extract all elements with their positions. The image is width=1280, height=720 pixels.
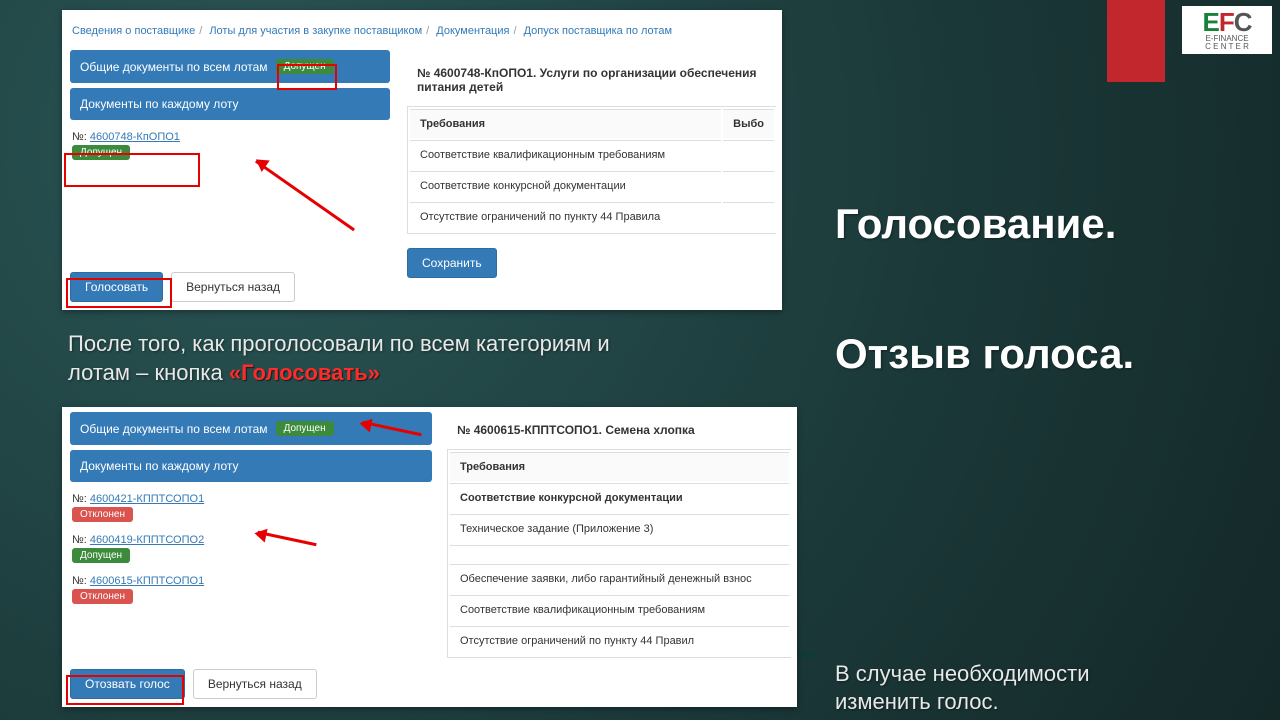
breadcrumb: Сведения о поставщике/ Лоты для участия … bbox=[62, 10, 782, 45]
crumb-3[interactable]: Документация bbox=[436, 25, 509, 37]
lot-link[interactable]: 4600748-КпОПО1 bbox=[90, 131, 180, 143]
lot-link[interactable]: 4600419-КППТСОПО2 bbox=[90, 534, 204, 546]
col-choice: Выбо bbox=[723, 109, 774, 138]
table-row: Соответствие квалификационным требования… bbox=[410, 140, 721, 169]
requirements-table-2: Требования Соответствие конкурсной докум… bbox=[447, 449, 791, 658]
panel-each-lot[interactable]: Документы по каждому лоту bbox=[70, 88, 390, 120]
table-row: Отсутствие ограничений по пункту 44 Прав… bbox=[410, 202, 721, 231]
slide-title-2: Отзыв голоса. bbox=[835, 330, 1134, 378]
lot-link[interactable]: 4600421-КППТСОПО1 bbox=[90, 493, 204, 505]
table-row: Обеспечение заявки, либо гарантийный ден… bbox=[450, 564, 789, 593]
screenshot-1: Сведения о поставщике/ Лоты для участия … bbox=[62, 10, 782, 310]
status-badge-allowed: Допущен bbox=[276, 421, 334, 436]
table-row: Соответствие конкурсной документации bbox=[410, 171, 721, 200]
screenshot-2: Общие документы по всем лотам Допущен До… bbox=[62, 407, 797, 707]
crumb-2[interactable]: Лоты для участия в закупке поставщиком bbox=[209, 25, 422, 37]
table-row: Соответствие конкурсной документации bbox=[450, 483, 789, 512]
col-req: Требования bbox=[410, 109, 721, 138]
right-pane-2: № 4600615-КППТСОПО1. Семена хлопка Требо… bbox=[447, 417, 791, 658]
caption-under-shot1: После того, как проголосовали по всем ка… bbox=[68, 330, 718, 387]
recall-vote-button[interactable]: Отозвать голос bbox=[70, 669, 185, 699]
lot-status-badge: Отклонен bbox=[72, 507, 133, 522]
panel-all-docs[interactable]: Общие документы по всем лотам Допущен bbox=[70, 50, 390, 83]
decor-red-block bbox=[1107, 0, 1165, 82]
right-pane-1: № 4600748-КпОПО1. Услуги по организации … bbox=[407, 60, 776, 278]
slide-title-1: Голосование. bbox=[835, 200, 1116, 248]
save-button[interactable]: Сохранить bbox=[407, 248, 497, 278]
lot-link[interactable]: 4600615-КППТСОПО1 bbox=[90, 575, 204, 587]
table-row: Техническое задание (Приложение 3) bbox=[450, 514, 789, 543]
lot-status-badge: Отклонен bbox=[72, 589, 133, 604]
status-badge-allowed: Допущен bbox=[276, 59, 334, 74]
lot-header: № 4600748-КпОПО1. Услуги по организации … bbox=[407, 60, 776, 100]
vote-button[interactable]: Голосовать bbox=[70, 272, 163, 302]
panel-each-lot-2[interactable]: Документы по каждому лоту bbox=[70, 450, 432, 482]
table-row bbox=[450, 545, 789, 562]
crumb-1[interactable]: Сведения о поставщике bbox=[72, 25, 195, 37]
panel-all-label: Общие документы по всем лотам bbox=[80, 60, 268, 74]
caption-right: В случае необходимости изменить голос. bbox=[835, 660, 1090, 715]
crumb-4[interactable]: Допуск поставщика по лотам bbox=[524, 25, 672, 37]
col-req: Требования bbox=[450, 452, 789, 481]
requirements-table: ТребованияВыбо Соответствие квалификацио… bbox=[407, 106, 776, 234]
table-row: Соответствие квалификационным требования… bbox=[450, 595, 789, 624]
table-row: Отсутствие ограничений по пункту 44 Прав… bbox=[450, 626, 789, 655]
back-button[interactable]: Вернуться назад bbox=[171, 272, 295, 302]
lot-status-badge: Допущен bbox=[72, 548, 130, 563]
panel-all-docs-2[interactable]: Общие документы по всем лотам Допущен bbox=[70, 412, 432, 445]
back-button-2[interactable]: Вернуться назад bbox=[193, 669, 317, 699]
lot-header-2: № 4600615-КППТСОПО1. Семена хлопка bbox=[447, 417, 791, 443]
lot-status-badge: Допущен bbox=[72, 145, 130, 160]
efc-logo: EFC E-FINANCE C E N T E R bbox=[1182, 6, 1272, 54]
